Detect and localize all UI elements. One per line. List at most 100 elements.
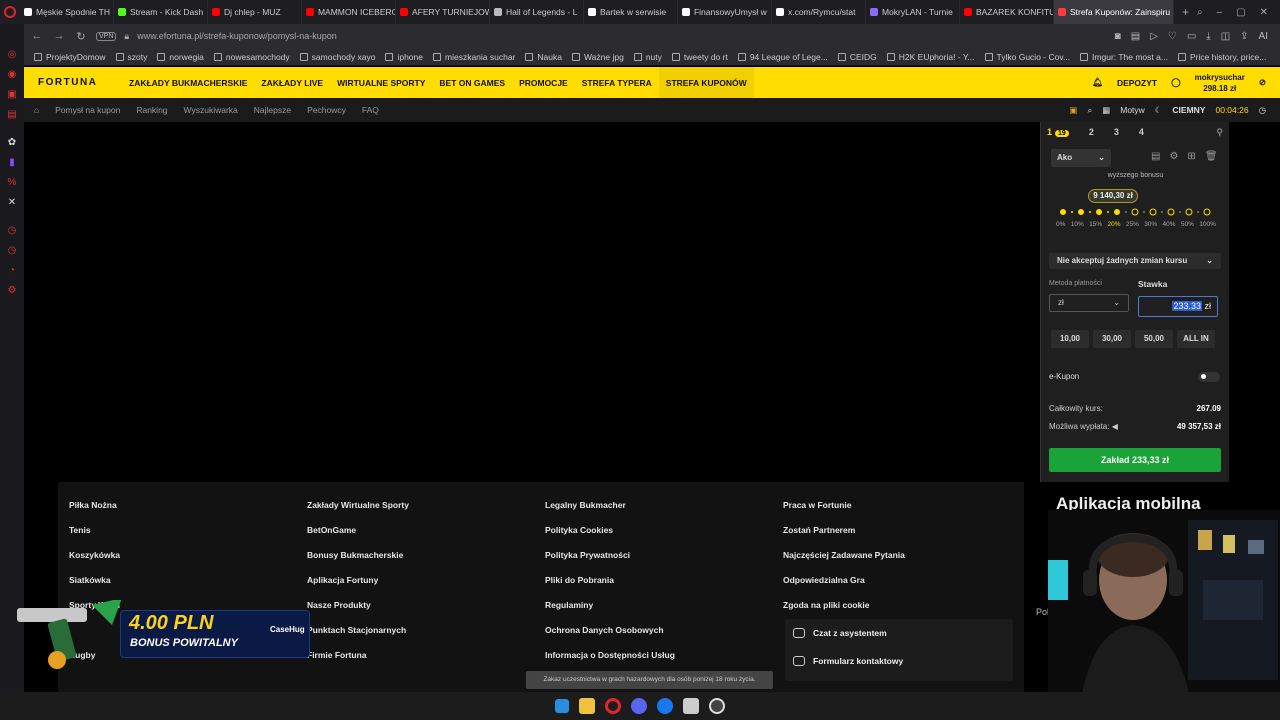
sidebar-app-icon[interactable]: ◷ [0,240,24,260]
footer-link[interactable]: Zakłady Wirtualne Sporty [307,493,409,518]
chatgpt-icon[interactable]: ✿ [0,132,24,152]
subnav-item[interactable]: Ranking [128,105,175,115]
bookmark-item[interactable]: nuty [633,52,662,62]
slip-tab-3[interactable]: 3 [1114,127,1119,137]
browser-tab[interactable]: Stream - Kick Dash [114,0,208,24]
trash-icon[interactable]: 🗑︎ [1205,151,1218,162]
browser-tab[interactable]: MokryLAN - Turnie [866,0,960,24]
deposit-button[interactable]: DEPOZYT [1117,78,1157,88]
fortuna-logo[interactable]: FORTUNA [24,77,122,88]
footer-link[interactable]: Regulaminy [545,593,675,618]
search-icon[interactable]: ⌕ [1087,105,1092,116]
close-window-icon[interactable]: ✕ [1260,7,1268,18]
download-icon[interactable]: ⤓ [1206,31,1210,42]
bookmark-item[interactable]: norwegia [157,52,204,62]
browser-tab[interactable]: Bartek w serwisie [584,0,678,24]
browser-tab[interactable]: MAMMON ICEBERG [302,0,396,24]
wallet-icon[interactable]: ▣ [1069,105,1077,116]
bookmark-item[interactable]: Nauka [525,52,562,62]
play-icon[interactable]: ▷ [1150,31,1158,42]
theme-toggle[interactable]: CIEMNY [1172,105,1205,115]
odds-change-select[interactable]: Nie akceptuj żadnych zmian kursu ⌄ [1049,253,1221,269]
bookmark-item[interactable]: H2K EUphoria! - Y... [886,52,975,62]
windows-start-icon[interactable] [555,699,569,713]
discord-icon[interactable] [631,698,647,714]
browser-tab[interactable]: FinansowyUmysł w [678,0,772,24]
all-in-button[interactable]: ALL IN [1177,330,1215,348]
new-tab-button[interactable]: + [1174,5,1197,19]
nav-item[interactable]: PROMOCJE [512,67,575,98]
bookmark-item[interactable]: Price history, price... [1177,52,1266,62]
pin-icon[interactable]: ⚲ [1216,127,1223,138]
bookmark-item[interactable]: Ważne jpg [571,52,624,62]
obs-icon[interactable] [709,698,725,714]
notification-bell-icon[interactable]: 🔔︎ [1092,77,1103,88]
stake-input[interactable]: 233.33 zł [1138,296,1218,317]
bookmark-item[interactable]: mieszkania suchar [433,52,515,62]
search-tabs-icon[interactable]: ⌕ [1197,7,1203,18]
save-icon[interactable]: ▤ [1151,151,1160,162]
subnav-item[interactable]: Pomysł na kupon [47,105,128,115]
notepad-icon[interactable] [683,698,699,714]
extensions-icon[interactable]: ◫ [1221,31,1230,42]
bookmark-item[interactable]: ProjektyDomow [34,52,106,62]
opera-taskbar-icon[interactable] [605,698,621,714]
vpn-badge[interactable]: VPN [96,31,117,41]
sidebar-app-icon[interactable]: ◉ [0,64,24,84]
nav-item[interactable]: ZAKŁADY BUKMACHERSKIE [122,67,254,98]
ai-button[interactable]: AI [1259,31,1268,42]
info-icon[interactable]: ◀ [1112,422,1118,431]
url-field[interactable]: www.efortuna.pl/strefa-kuponow/pomysl-na… [137,31,1106,41]
subnav-item[interactable]: FAQ [354,105,387,115]
nav-item[interactable]: STREFA TYPERA [575,67,659,98]
footer-link[interactable]: Zostań Partnerem [783,518,905,543]
sidebar-app-icon[interactable]: ▣ [0,84,24,104]
bookmark-item[interactable]: szoty [115,52,147,62]
footer-link[interactable]: Praca w Fortunie [783,493,905,518]
camera-icon[interactable]: ◙ [1115,31,1121,42]
browser-tab[interactable]: Strefa Kuponów: Zainspiru [1053,0,1174,24]
casehug-ad-overlay[interactable]: 4.00 PLN BONUS POWITALNY CaseHug [12,595,332,675]
quick-stake-30[interactable]: 30,00 [1093,330,1131,348]
place-bet-button[interactable]: Zakład 233,33 zł [1049,448,1221,472]
subnav-item[interactable]: Najlepsze [246,105,299,115]
browser-tab[interactable]: AFERY TURNIEJOW [396,0,490,24]
bookmark-item[interactable]: Tylko Gucio - Cov... [984,52,1070,62]
forward-icon[interactable]: → [52,30,66,42]
subnav-item[interactable]: Wyszukiwarka [176,105,246,115]
reader-icon[interactable]: ▤ [1131,31,1140,42]
x-icon[interactable]: ✕ [0,192,24,212]
theme-icon[interactable]: ▦ [1102,105,1110,116]
moon-icon[interactable]: ☾ [1155,105,1163,116]
facebook-icon[interactable] [657,698,673,714]
sidebar-app-icon[interactable]: ◷ [0,220,24,240]
footer-link[interactable]: Legalny Bukmacher [545,493,675,518]
footer-link[interactable]: Zgoda na pliki cookie [783,593,905,618]
home-icon[interactable]: ⌂ [24,105,47,115]
browser-tab[interactable]: Hall of Legends - L [490,0,584,24]
settings-icon[interactable]: ⚙ [0,280,24,300]
file-explorer-icon[interactable] [579,698,595,714]
browser-tab[interactable]: x.com/Rymcu/stat [772,0,866,24]
bookmark-item[interactable]: 94 League of Lege... [737,52,828,62]
footer-link[interactable]: Aplikacja Fortuny [307,568,409,593]
ekupon-toggle[interactable] [1198,372,1220,382]
bookmark-item[interactable]: nowesamochody [213,52,290,62]
share-icon[interactable]: ⇪ [1240,31,1248,42]
bookmark-item[interactable]: samochody xayo [299,52,375,62]
bookmark-item[interactable]: Imgur: The most a... [1080,52,1168,62]
footer-link[interactable]: Polityka Cookies [545,518,675,543]
bookmark-item[interactable]: CEIDG [837,52,877,62]
slip-tab-2[interactable]: 2 [1089,127,1094,137]
slip-tab-1[interactable]: 1 19 [1047,127,1069,137]
opera-logo-icon[interactable] [0,0,20,24]
minimize-icon[interactable]: – [1217,7,1223,18]
footer-link[interactable]: Piłka Nożna [69,493,120,518]
sidebar-app-icon[interactable]: ◔ [0,260,24,280]
nav-item[interactable]: WIRTUALNE SPORTY [330,67,432,98]
footer-link[interactable]: BetOnGame [307,518,409,543]
nav-item[interactable]: STREFA KUPONÓW [658,67,754,98]
twitch-icon[interactable]: ▮ [0,152,24,172]
footer-link[interactable]: Koszykówka [69,543,120,568]
share-icon[interactable]: ⊞ [1187,151,1195,162]
